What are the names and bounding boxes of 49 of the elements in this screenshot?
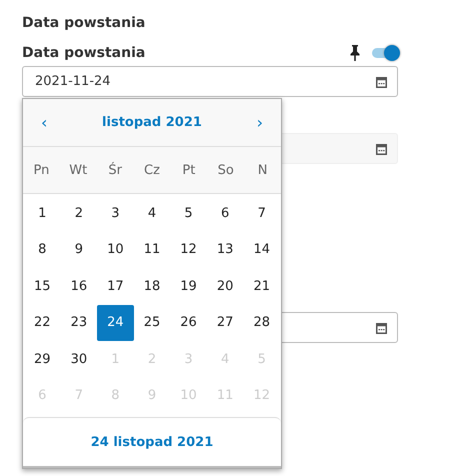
weekday-label: So bbox=[216, 162, 235, 178]
date-field[interactable]: 2021-11-24 bbox=[22, 66, 398, 97]
day-cell[interactable]: 25 bbox=[134, 304, 170, 341]
day-cell[interactable]: 21 bbox=[243, 268, 280, 304]
day-cell[interactable]: 17 bbox=[97, 268, 134, 304]
day-cell[interactable]: 20 bbox=[206, 268, 244, 304]
calendar-icon[interactable] bbox=[376, 142, 387, 154]
day-cell[interactable]: 3 bbox=[97, 195, 134, 232]
toggle-switch[interactable] bbox=[372, 48, 398, 58]
day-cell[interactable]: 27 bbox=[206, 304, 244, 341]
day-cell[interactable]: 13 bbox=[206, 232, 244, 268]
day-cell[interactable]: 2 bbox=[60, 195, 98, 232]
day-cell[interactable]: 4 bbox=[134, 195, 170, 232]
day-cell[interactable]: 23 bbox=[60, 304, 98, 341]
field-label: Data powstania bbox=[22, 45, 146, 61]
day-cell[interactable]: 16 bbox=[60, 268, 98, 304]
day-cell[interactable]: 26 bbox=[170, 304, 207, 341]
day-cell[interactable]: 7 bbox=[243, 195, 280, 232]
calendar-icon[interactable] bbox=[376, 322, 387, 334]
day-cell[interactable]: 18 bbox=[134, 268, 170, 304]
day-cell[interactable]: 12 bbox=[170, 232, 207, 268]
day-cell[interactable]: 6 bbox=[206, 195, 244, 232]
pin-icon[interactable] bbox=[350, 45, 360, 61]
section-title: Data powstania bbox=[22, 14, 146, 33]
weekday-label: N bbox=[256, 162, 268, 178]
selected-day[interactable]: 24 bbox=[97, 304, 134, 341]
selected-date-button[interactable]: 24 listopad 2021 bbox=[84, 434, 220, 450]
day-cell[interactable]: 15 bbox=[24, 268, 61, 304]
day-cell[interactable]: 29 bbox=[24, 341, 61, 378]
day-cell[interactable]: 22 bbox=[24, 304, 61, 341]
calendar-icon[interactable] bbox=[376, 76, 387, 88]
next-month-button[interactable]: › bbox=[252, 113, 267, 132]
weekday-label: Pt bbox=[181, 162, 196, 178]
day-cell[interactable]: 5 bbox=[170, 195, 207, 232]
weekday-label: Cz bbox=[143, 162, 161, 178]
day-cell[interactable]: 30 bbox=[60, 341, 98, 378]
day-cell[interactable]: 1 bbox=[24, 195, 61, 232]
day-cell[interactable]: 14 bbox=[243, 232, 280, 268]
day-cell[interactable]: 19 bbox=[170, 268, 207, 304]
day-cell[interactable]: 11 bbox=[134, 232, 170, 268]
day-cell[interactable]: 28 bbox=[243, 304, 280, 341]
weekday-label: Wt bbox=[68, 162, 88, 178]
day-cell[interactable]: 10 bbox=[97, 232, 134, 268]
weekday-label: Pn bbox=[32, 162, 50, 178]
day-cell[interactable]: 9 bbox=[60, 232, 98, 268]
weekday-label: Śr bbox=[107, 162, 123, 178]
month-title[interactable]: listopad 2021 bbox=[102, 115, 202, 130]
previous-month-button[interactable]: ‹ bbox=[37, 113, 52, 132]
day-cell[interactable]: 8 bbox=[24, 232, 61, 268]
